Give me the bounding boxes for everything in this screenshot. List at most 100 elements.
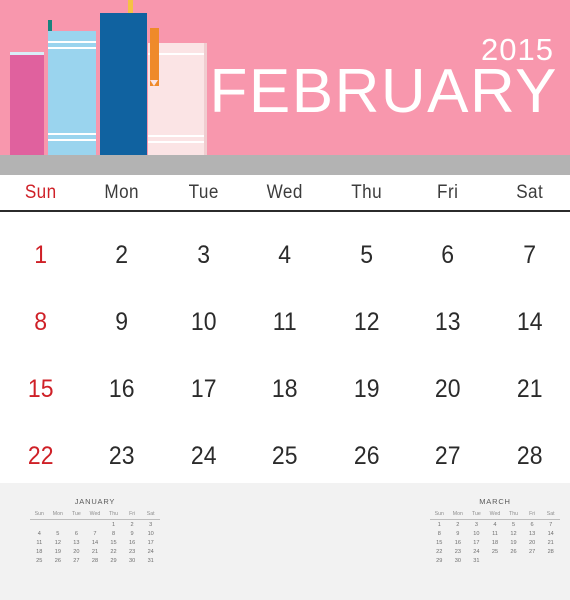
mini-day: 25 bbox=[36, 557, 43, 564]
day-number: 1 bbox=[34, 241, 48, 269]
mini-day: 11 bbox=[492, 530, 498, 537]
mini-day: 17 bbox=[147, 539, 154, 546]
mini-day: 20 bbox=[73, 548, 80, 555]
day-cell[interactable]: 8 bbox=[0, 282, 81, 349]
mini-day: 6 bbox=[74, 530, 78, 537]
weekday-header-row: Sun Mon Tue Wed Thu Fri Sat bbox=[0, 175, 570, 211]
mini-day bbox=[486, 556, 505, 565]
day-cell[interactable]: 28 bbox=[489, 416, 570, 483]
mini-day: 7 bbox=[93, 530, 97, 537]
book-light-blue-stripe bbox=[48, 41, 96, 43]
day-cell[interactable]: 12 bbox=[326, 282, 407, 349]
mini-day: 16 bbox=[454, 539, 461, 546]
day-number: 15 bbox=[27, 375, 54, 403]
mini-day: 24 bbox=[147, 548, 154, 555]
day-cell[interactable]: 19 bbox=[326, 349, 407, 416]
mini-day: 10 bbox=[147, 530, 154, 537]
mini-weekday-mon: Mon bbox=[448, 511, 468, 520]
mini-day: 6 bbox=[530, 521, 534, 528]
mini-day: 2 bbox=[456, 521, 460, 528]
day-number: 14 bbox=[516, 308, 543, 336]
mini-day: 12 bbox=[510, 530, 517, 537]
weekday-header-tue: Tue bbox=[188, 182, 219, 203]
day-cell[interactable]: 24 bbox=[163, 416, 244, 483]
book-pale-pink-stripe bbox=[148, 135, 204, 137]
day-cell[interactable]: 14 bbox=[489, 282, 570, 349]
calendar-month-name: FEBRUARY bbox=[209, 57, 558, 126]
mini-day: 26 bbox=[54, 557, 61, 564]
mini-day: 18 bbox=[36, 548, 43, 555]
mini-week-row: 25 26 27 28 29 30 31 bbox=[30, 556, 160, 565]
day-cell[interactable]: 6 bbox=[407, 215, 488, 282]
day-cell[interactable]: 26 bbox=[326, 416, 407, 483]
mini-week-row: 18 19 20 21 22 23 24 bbox=[30, 547, 160, 556]
mini-calendar-title: JANUARY bbox=[74, 497, 116, 506]
mini-day: 22 bbox=[110, 548, 117, 555]
day-cell[interactable]: 15 bbox=[0, 349, 81, 416]
day-cell[interactable]: 13 bbox=[407, 282, 488, 349]
mini-day: 27 bbox=[73, 557, 80, 564]
teal-bookmark bbox=[48, 20, 52, 31]
mini-weekday-thu: Thu bbox=[504, 511, 523, 520]
mini-day: 24 bbox=[473, 548, 480, 555]
weekday-header-wed: Wed bbox=[266, 182, 304, 203]
day-number: 4 bbox=[278, 241, 292, 269]
day-number: 7 bbox=[522, 241, 536, 269]
book-light-blue-stripe bbox=[48, 139, 96, 141]
book-light-blue bbox=[48, 31, 96, 155]
day-number: 18 bbox=[272, 375, 298, 403]
mini-day: 31 bbox=[473, 557, 480, 564]
mini-day: 14 bbox=[91, 539, 99, 546]
day-cell[interactable]: 5 bbox=[326, 215, 407, 282]
day-cell[interactable]: 7 bbox=[489, 215, 570, 282]
book-pink-top-edge bbox=[10, 52, 44, 55]
mini-day: 23 bbox=[454, 548, 461, 555]
mini-day: 11 bbox=[36, 539, 43, 546]
mini-day: 19 bbox=[510, 539, 517, 546]
day-number: 24 bbox=[190, 442, 217, 470]
book-pale-pink-shadow bbox=[204, 43, 207, 155]
mini-day: 16 bbox=[128, 539, 136, 546]
day-cell[interactable]: 11 bbox=[244, 282, 325, 349]
mini-day: 20 bbox=[528, 539, 536, 546]
day-number: 20 bbox=[435, 375, 461, 403]
day-cell[interactable]: 20 bbox=[407, 349, 488, 416]
mini-weekday-sun: Sun bbox=[30, 511, 49, 520]
day-cell[interactable]: 21 bbox=[489, 349, 570, 416]
mini-day: 4 bbox=[493, 521, 497, 528]
day-cell[interactable]: 9 bbox=[81, 282, 162, 349]
mini-day: 5 bbox=[56, 530, 60, 537]
day-number: 19 bbox=[353, 375, 380, 403]
footer-mini-calendars: JANUARY Sun Mon Tue Wed Thu Fri Sat 1 2 … bbox=[0, 483, 570, 600]
mini-week-row: 29 30 31 bbox=[430, 556, 560, 565]
day-cell[interactable]: 23 bbox=[81, 416, 162, 483]
day-cell[interactable]: 2 bbox=[81, 215, 162, 282]
day-cell[interactable]: 10 bbox=[163, 282, 244, 349]
mini-day: 28 bbox=[91, 557, 99, 564]
day-cell[interactable]: 25 bbox=[244, 416, 325, 483]
mini-weekday-fri: Fri bbox=[522, 511, 542, 520]
day-number: 6 bbox=[441, 241, 455, 269]
mini-week-row: 4 5 6 7 8 9 10 bbox=[30, 529, 160, 538]
day-cell[interactable]: 27 bbox=[407, 416, 488, 483]
mini-day: 13 bbox=[73, 539, 80, 546]
day-number: 17 bbox=[190, 375, 217, 403]
yellow-bookmark bbox=[128, 0, 133, 13]
day-cell[interactable]: 18 bbox=[244, 349, 325, 416]
header-divider-line bbox=[0, 210, 570, 212]
day-cell[interactable]: 3 bbox=[163, 215, 244, 282]
day-cell[interactable]: 16 bbox=[81, 349, 162, 416]
day-cell[interactable]: 4 bbox=[244, 215, 325, 282]
day-cell[interactable]: 22 bbox=[0, 416, 81, 483]
mini-day: 14 bbox=[547, 530, 554, 537]
mini-day bbox=[504, 556, 523, 565]
day-cell[interactable]: 1 bbox=[0, 215, 81, 282]
mini-day bbox=[49, 520, 68, 529]
mini-day: 30 bbox=[128, 557, 136, 564]
mini-weekday-tue: Tue bbox=[467, 511, 486, 520]
day-cell[interactable]: 17 bbox=[163, 349, 244, 416]
orange-bookmark-ribbon bbox=[150, 28, 159, 86]
mini-day: 19 bbox=[54, 548, 61, 555]
mini-week-row: 15 16 17 18 19 20 21 bbox=[430, 538, 560, 547]
mini-week-row: 22 23 24 25 26 27 28 bbox=[430, 547, 560, 556]
